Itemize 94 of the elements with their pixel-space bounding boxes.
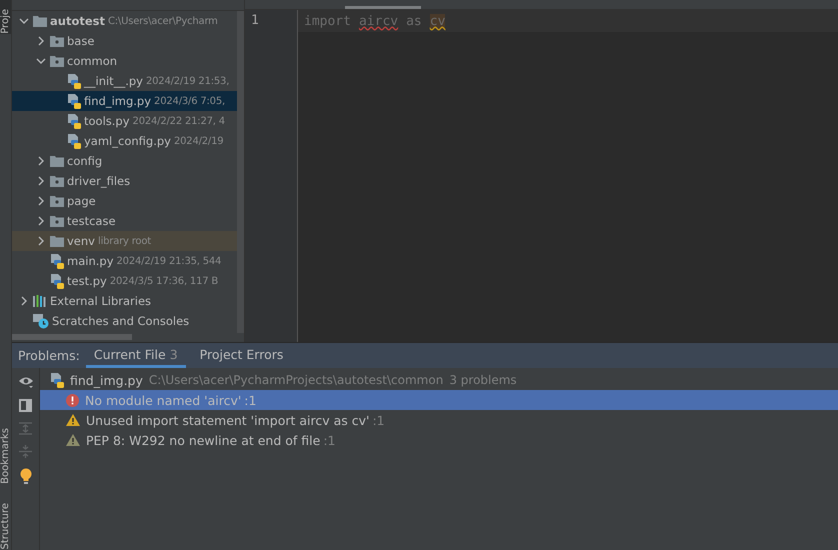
tree-item-detail: 2024/2/19 21:35, 544 (116, 256, 222, 266)
python-file-icon (50, 372, 64, 388)
chevron-right-icon[interactable] (19, 296, 29, 306)
tree-item-label: base (67, 34, 94, 48)
tree-item-label: main.py (67, 254, 114, 268)
chevron-right-icon[interactable] (36, 156, 46, 166)
project-tool-tab[interactable]: Proje (0, 0, 11, 34)
tree-item[interactable]: base (12, 31, 237, 51)
tree-item-detail: library root (98, 236, 151, 246)
tree-item-label: testcase (67, 214, 116, 228)
folder-icon (50, 35, 64, 47)
code-token: import (304, 14, 351, 28)
eye-icon[interactable] (18, 375, 34, 389)
problem-line: :1 (323, 432, 336, 448)
chevron-right-icon[interactable] (36, 36, 46, 46)
folder-icon (50, 195, 64, 207)
problems-tab[interactable]: Project Errors (192, 343, 292, 368)
tree-item[interactable]: External Libraries (12, 291, 237, 311)
problem-message: Unused import statement 'import aircv as cv' (86, 412, 370, 428)
code-token: aircv (358, 14, 398, 28)
tree-item[interactable]: tools.py 2024/2/22 21:27, 4 (12, 111, 237, 131)
python-file-icon (67, 74, 81, 88)
problem-count: 3 problems (449, 373, 517, 387)
tree-item[interactable]: venv library root (12, 231, 237, 251)
folder-icon (50, 175, 64, 187)
tree-item[interactable]: driver_files (12, 171, 237, 191)
python-file-icon (67, 114, 81, 128)
tree-item[interactable]: find_img.py 2024/3/6 7:05, (12, 91, 237, 111)
problem-message: No module named 'aircv' (85, 392, 242, 408)
chevron-right-icon[interactable] (36, 236, 46, 246)
tree-item-detail: C:\Users\acer\Pycharm (108, 16, 218, 26)
tree-item[interactable]: yaml_config.py 2024/2/19 (12, 131, 237, 151)
chevron-right-icon[interactable] (36, 216, 46, 226)
libraries-icon (33, 295, 47, 307)
tool-window-tab[interactable]: Bookmarks (0, 428, 11, 484)
problems-title: Problems: (18, 348, 80, 363)
tree-item[interactable]: __init__.py 2024/2/19 21:53, (12, 71, 237, 91)
tree-item-label: driver_files (67, 174, 130, 188)
tree-item-label: yaml_config.py (84, 134, 171, 148)
chevron-right-icon[interactable] (36, 196, 46, 206)
tree-item[interactable]: config (12, 151, 237, 171)
problem-file-row[interactable]: find_img.py C:\Users\acer\PycharmProjects\autotest\common 3 problems (40, 370, 838, 390)
folder-icon (50, 155, 64, 167)
tree-item-label: External Libraries (50, 294, 152, 308)
line-number: 1 (250, 13, 260, 30)
tree-item[interactable]: autotest C:\Users\acer\Pycharm (12, 11, 237, 31)
python-file-icon (50, 274, 64, 288)
tree-item[interactable]: main.py 2024/2/19 21:35, 544 (12, 251, 237, 271)
tree-item-label: page (67, 194, 96, 208)
problem-line: :1 (244, 392, 256, 408)
problem-message: PEP 8: W292 no newline at end of file (86, 432, 320, 448)
tree-item-label: tools.py (84, 114, 130, 128)
tree-item-label: common (67, 54, 118, 68)
scratch-console-icon (33, 314, 49, 328)
problem-file-path: C:\Users\acer\PycharmProjects\autotest\common (148, 373, 444, 387)
tool-window-tab[interactable]: Structure (0, 503, 11, 550)
tree-item-detail: 2024/3/6 7:05, (154, 96, 225, 106)
tree-item-detail: 2024/2/19 21:53, (146, 76, 230, 86)
python-file-icon (50, 254, 64, 268)
chevron-down-icon[interactable] (36, 56, 46, 66)
tree-item-detail: 2024/2/22 21:27, 4 (132, 116, 225, 126)
chevron-down-icon[interactable] (19, 16, 29, 26)
problem-item[interactable]: PEP 8: W292 no newline at end of file :1 (40, 430, 838, 450)
folder-icon (50, 215, 64, 227)
tree-item[interactable]: page (12, 191, 237, 211)
tree-item[interactable]: Scratches and Consoles (12, 311, 237, 331)
folder-icon (33, 15, 47, 27)
preview-panel-icon[interactable] (19, 399, 32, 412)
tree-item-label: test.py (67, 274, 107, 288)
code-token: as (406, 14, 422, 28)
python-file-icon (67, 94, 81, 108)
horizontal-scrollbar[interactable] (12, 334, 132, 340)
python-file-icon (67, 134, 81, 148)
tree-item-label: autotest (50, 14, 105, 28)
tree-item-detail: 2024/2/19 (174, 136, 224, 146)
problem-file-name: find_img.py (70, 372, 143, 388)
tree-item-label: __init__.py (84, 74, 143, 88)
tree-item[interactable]: testcase (12, 211, 237, 231)
lightbulb-icon[interactable] (20, 468, 32, 484)
problem-item[interactable]: Unused import statement 'import aircv as cv' :1 (40, 410, 838, 430)
folder-icon (50, 55, 64, 67)
tree-item[interactable]: test.py 2024/3/5 17:36, 117 B (12, 271, 237, 291)
tree-item[interactable]: common (12, 51, 237, 71)
tree-item-label: venv (67, 234, 95, 248)
code-token: cv (430, 14, 446, 28)
chevron-right-icon[interactable] (36, 176, 46, 186)
vertical-scrollbar[interactable] (237, 11, 244, 333)
problems-tab[interactable]: Current File 3 (86, 343, 186, 368)
tree-item-label: Scratches and Consoles (52, 314, 190, 328)
folder-icon (50, 235, 64, 247)
tree-item-label: find_img.py (84, 94, 152, 108)
tree-item-label: config (67, 154, 102, 168)
tree-item-detail: 2024/3/5 17:36, 117 B (110, 276, 218, 286)
problem-line: :1 (372, 412, 385, 428)
